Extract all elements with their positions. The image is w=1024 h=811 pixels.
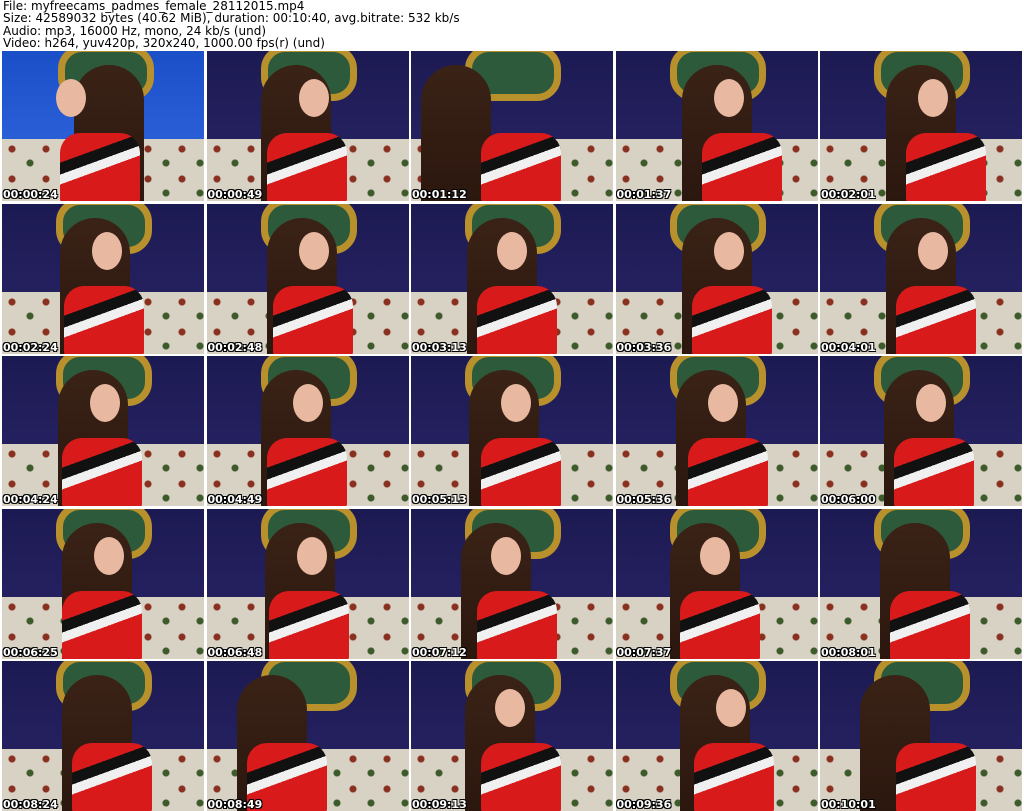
video-thumbnail: 00:08:24 [2, 661, 204, 811]
video-thumbnail: 00:05:13 [411, 356, 613, 506]
video-thumbnail: 00:03:36 [615, 203, 818, 354]
red-dress [62, 590, 142, 659]
thumbnail-timestamp: 00:07:12 [412, 645, 467, 659]
video-thumbnail: 00:05:36 [615, 356, 818, 506]
video-thumbnail: 00:10:01 [820, 661, 1022, 811]
thumbnail-timestamp: 00:06:48 [207, 645, 263, 659]
person-face [501, 384, 531, 422]
red-dress [477, 285, 557, 354]
red-dress [894, 438, 974, 506]
video-thumbnail: 00:02:01 [820, 51, 1022, 201]
red-dress [687, 438, 768, 506]
thumbnail-timestamp: 00:09:13 [412, 798, 467, 811]
video-thumbnail: 00:00:49 [206, 51, 409, 201]
red-dress [60, 133, 140, 201]
size-duration-line: Size: 42589032 bytes (40.62 MiB), durati… [3, 11, 460, 26]
red-dress [701, 133, 782, 201]
video-thumbnail: 00:09:13 [411, 661, 613, 811]
person-face [707, 384, 738, 422]
thumbnail-timestamp: 00:01:12 [412, 188, 467, 201]
red-dress [896, 285, 976, 354]
red-dress [268, 590, 349, 659]
red-dress [62, 438, 142, 506]
red-dress [896, 743, 976, 811]
video-thumbnail: 00:06:48 [206, 508, 409, 659]
thumbnail-timestamp: 00:09:36 [616, 798, 672, 811]
red-dress [906, 133, 986, 201]
thumbnail-timestamp: 00:02:48 [207, 340, 263, 354]
thumbnail-timestamp: 00:02:24 [3, 340, 58, 354]
thumbnail-timestamp: 00:04:01 [821, 340, 876, 354]
red-dress [693, 743, 774, 811]
thumbnail-timestamp: 00:05:13 [412, 493, 467, 506]
video-thumbnail: 00:04:24 [2, 356, 204, 506]
thumbnail-timestamp: 00:05:36 [616, 493, 672, 506]
red-dress [64, 285, 144, 354]
thumbnail-timestamp: 00:06:00 [821, 493, 876, 506]
red-dress [477, 590, 557, 659]
video-thumbnail: 00:07:37 [615, 508, 818, 659]
person-face [92, 231, 122, 270]
video-thumbnail: 00:04:01 [820, 203, 1022, 354]
person-face [916, 384, 946, 422]
video-thumbnail: 00:01:12 [411, 51, 613, 201]
file-info-header: File: myfreecams_padmes_female_28112015.… [3, 0, 1021, 50]
red-dress [481, 133, 561, 201]
thumbnail-timestamp: 00:08:49 [207, 798, 263, 811]
thumbnail-grid: 00:00:24 00:00:49 00:01:12 00:01:37 00:02:01… [2, 51, 1022, 811]
video-thumbnail: 00:02:24 [2, 203, 204, 354]
red-dress [272, 285, 353, 354]
person-face [90, 384, 120, 422]
video-thumbnail: 00:04:49 [206, 356, 409, 506]
red-dress [266, 133, 347, 201]
thumbnail-timestamp: 00:00:24 [3, 188, 58, 201]
person-face [296, 536, 327, 575]
thumbnail-timestamp: 00:03:36 [616, 340, 672, 354]
person-face [918, 231, 948, 270]
person-face [713, 79, 744, 117]
video-thumbnail: 00:06:25 [2, 508, 204, 659]
person-face [491, 536, 521, 575]
thumbnail-timestamp: 00:02:01 [821, 188, 876, 201]
thumbnail-timestamp: 00:08:01 [821, 645, 876, 659]
video-thumbnail: 00:08:49 [206, 661, 409, 811]
thumbnail-timestamp: 00:03:13 [412, 340, 467, 354]
red-dress [266, 438, 347, 506]
video-thumbnail: 00:03:13 [411, 203, 613, 354]
video-thumbnail: 00:09:36 [615, 661, 818, 811]
video-thumbnail: 00:02:48 [206, 203, 409, 354]
person-face [292, 384, 323, 422]
thumbnail-timestamp: 00:07:37 [616, 645, 672, 659]
thumbnail-timestamp: 00:00:49 [207, 188, 263, 201]
person-face [715, 689, 746, 727]
person-face [713, 231, 744, 270]
video-thumbnail: 00:06:00 [820, 356, 1022, 506]
video-info-line: Video: h264, yuv420p, 320x240, 1000.00 f… [3, 36, 325, 51]
thumbnail-timestamp: 00:01:37 [616, 188, 672, 201]
thumbnail-timestamp: 00:06:25 [3, 645, 58, 659]
person-face [918, 79, 948, 117]
video-thumbnail: 00:07:12 [411, 508, 613, 659]
thumbnail-timestamp: 00:10:01 [821, 798, 876, 811]
video-thumbnail: 00:01:37 [615, 51, 818, 201]
person-face [495, 689, 525, 727]
thumbnail-timestamp: 00:04:24 [3, 493, 58, 506]
red-dress [72, 743, 152, 811]
person-face [298, 79, 329, 117]
video-thumbnail: 00:00:24 [2, 51, 204, 201]
red-dress [481, 438, 561, 506]
video-thumbnail: 00:08:01 [820, 508, 1022, 659]
person-face [298, 231, 329, 270]
red-dress [890, 590, 970, 659]
red-dress [679, 590, 760, 659]
person-face [699, 536, 730, 575]
red-dress [691, 285, 772, 354]
thumbnail-timestamp: 00:04:49 [207, 493, 263, 506]
red-dress [481, 743, 561, 811]
person-face [56, 79, 86, 117]
person-face [497, 231, 527, 270]
thumbnail-timestamp: 00:08:24 [3, 798, 58, 811]
person-face [94, 536, 124, 575]
